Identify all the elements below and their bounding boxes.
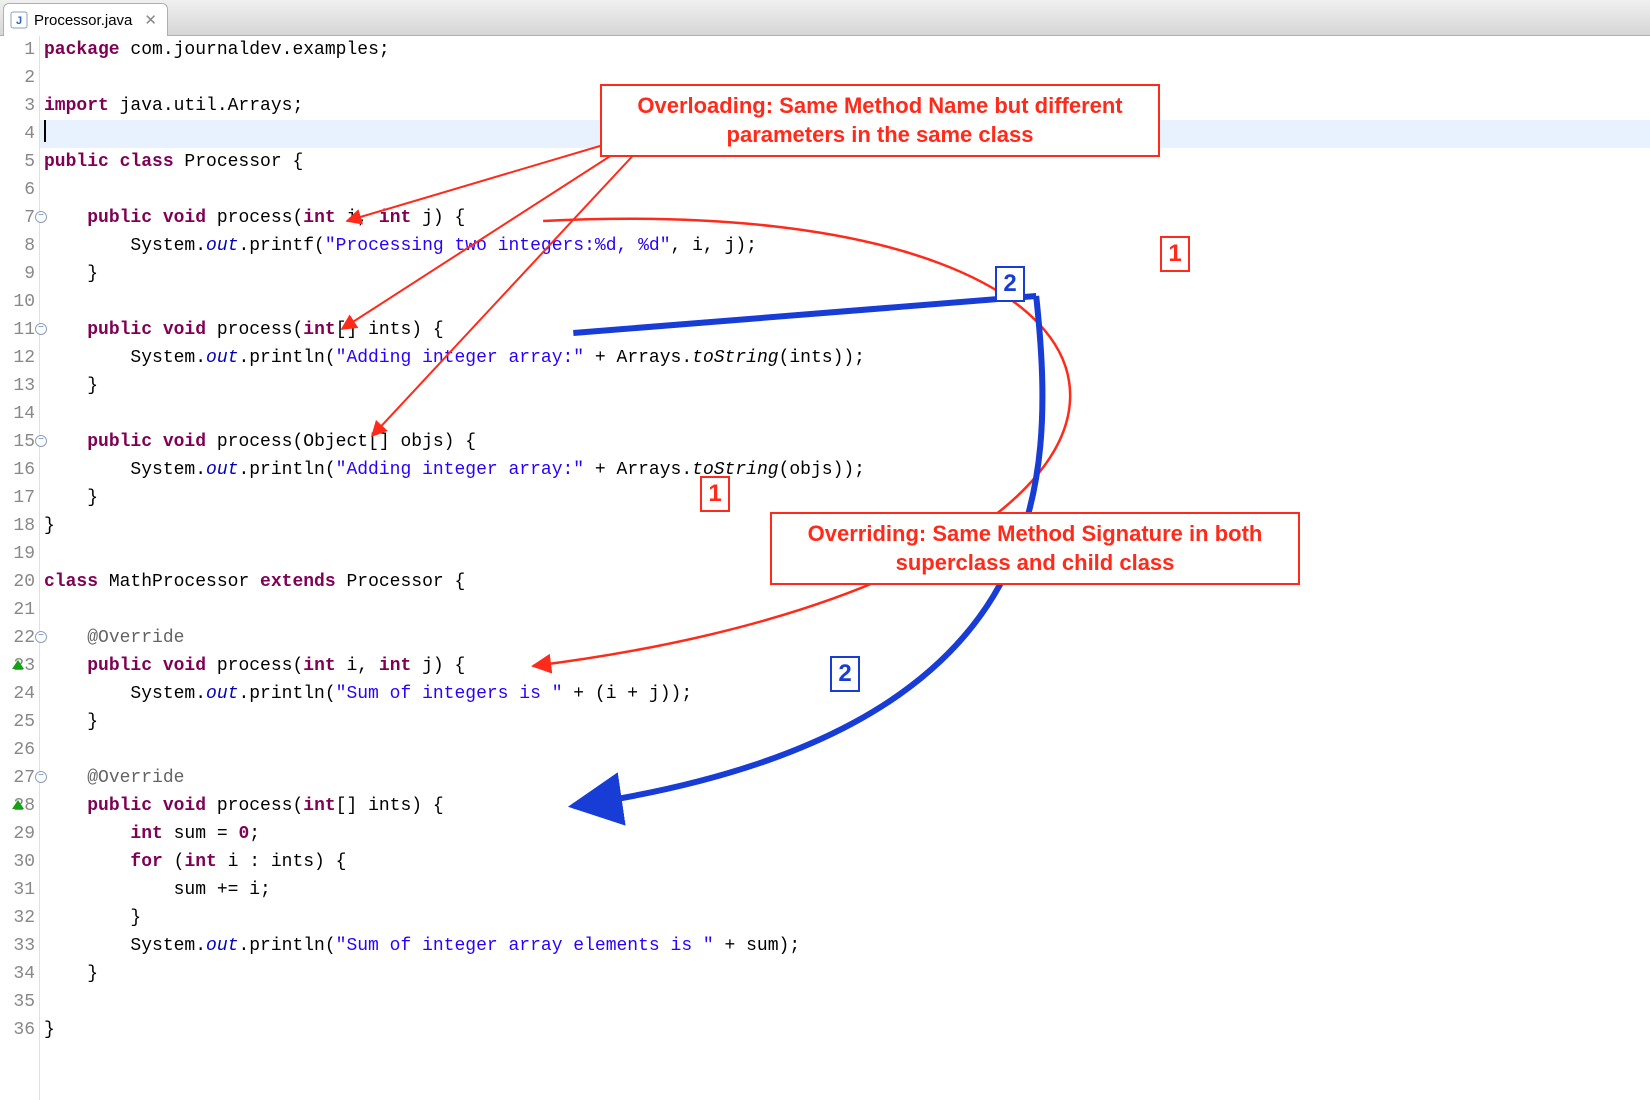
code-line[interactable]: System.out.println("Adding integer array… (40, 456, 1650, 484)
code-line[interactable]: public void process(int[] ints) { (40, 316, 1650, 344)
annotation-label-1-bottom: 1 (700, 476, 730, 512)
code-line[interactable]: } (40, 960, 1650, 988)
line-number: 2 (0, 64, 35, 92)
code-line[interactable] (40, 736, 1650, 764)
line-number: 34 (0, 960, 35, 988)
code-line[interactable] (40, 988, 1650, 1016)
line-number: 3 (0, 92, 35, 120)
code-line[interactable]: } (40, 1016, 1650, 1044)
line-number: 15− (0, 428, 35, 456)
override-marker-icon[interactable] (12, 800, 24, 809)
code-line[interactable]: public void process(int[] ints) { (40, 792, 1650, 820)
code-line[interactable]: } (40, 904, 1650, 932)
code-line[interactable]: public void process(int i, int j) { (40, 204, 1650, 232)
code-line[interactable]: System.out.printf("Processing two intege… (40, 232, 1650, 260)
line-number: 33 (0, 932, 35, 960)
line-number: 25 (0, 708, 35, 736)
editor: 1234567−891011−12131415−16171819202122−2… (0, 36, 1650, 1100)
code-line[interactable] (40, 176, 1650, 204)
text-cursor (44, 120, 46, 142)
line-number: 35 (0, 988, 35, 1016)
code-line[interactable]: } (40, 372, 1650, 400)
line-number: 31 (0, 876, 35, 904)
line-number: 24 (0, 680, 35, 708)
code-line[interactable]: package com.journaldev.examples; (40, 36, 1650, 64)
code-line[interactable]: sum += i; (40, 876, 1650, 904)
line-number: 26 (0, 736, 35, 764)
line-number: 1 (0, 36, 35, 64)
java-file-icon: J (10, 11, 28, 29)
line-number: 18 (0, 512, 35, 540)
code-line[interactable]: @Override (40, 624, 1650, 652)
line-number: 6 (0, 176, 35, 204)
annotation-label-1-top: 1 (1160, 236, 1190, 272)
override-marker-icon[interactable] (12, 660, 24, 669)
svg-text:J: J (16, 15, 22, 27)
line-number: 7− (0, 204, 35, 232)
code-line[interactable]: System.out.println("Adding integer array… (40, 344, 1650, 372)
line-number: 30 (0, 848, 35, 876)
line-number: 27− (0, 764, 35, 792)
editor-tab[interactable]: J Processor.java ✕ (3, 3, 168, 36)
line-number: 36 (0, 1016, 35, 1044)
line-number: 14 (0, 400, 35, 428)
line-number: 10 (0, 288, 35, 316)
code-area[interactable]: Overloading: Same Method Name but differ… (40, 36, 1650, 1100)
line-number: 13 (0, 372, 35, 400)
code-line[interactable] (40, 288, 1650, 316)
annotation-overriding: Overriding: Same Method Signature in bot… (770, 512, 1300, 585)
line-number: 5 (0, 148, 35, 176)
annotation-label-2-top: 2 (995, 266, 1025, 302)
code-line[interactable]: } (40, 260, 1650, 288)
line-number-gutter: 1234567−891011−12131415−16171819202122−2… (0, 36, 40, 1100)
annotation-overloading: Overloading: Same Method Name but differ… (600, 84, 1160, 157)
code-line[interactable]: } (40, 708, 1650, 736)
line-number: 9 (0, 260, 35, 288)
code-line[interactable]: public void process(Object[] objs) { (40, 428, 1650, 456)
line-number: 32 (0, 904, 35, 932)
line-number: 19 (0, 540, 35, 568)
code-line[interactable] (40, 596, 1650, 624)
code-line[interactable]: System.out.println("Sum of integer array… (40, 932, 1650, 960)
line-number: 22− (0, 624, 35, 652)
code-line[interactable]: } (40, 484, 1650, 512)
code-line[interactable]: public void process(int i, int j) { (40, 652, 1650, 680)
line-number: 21 (0, 596, 35, 624)
tab-bar: J Processor.java ✕ (0, 0, 1650, 36)
code-line[interactable]: for (int i : ints) { (40, 848, 1650, 876)
line-number: 20 (0, 568, 35, 596)
line-number: 17 (0, 484, 35, 512)
code-line[interactable] (40, 400, 1650, 428)
close-icon[interactable]: ✕ (144, 11, 157, 29)
line-number: 11− (0, 316, 35, 344)
code-line[interactable]: int sum = 0; (40, 820, 1650, 848)
line-number: 16 (0, 456, 35, 484)
line-number: 4 (0, 120, 35, 148)
tab-title: Processor.java (34, 12, 132, 29)
code-line[interactable]: @Override (40, 764, 1650, 792)
line-number: 29 (0, 820, 35, 848)
line-number: 8 (0, 232, 35, 260)
line-number: 12 (0, 344, 35, 372)
